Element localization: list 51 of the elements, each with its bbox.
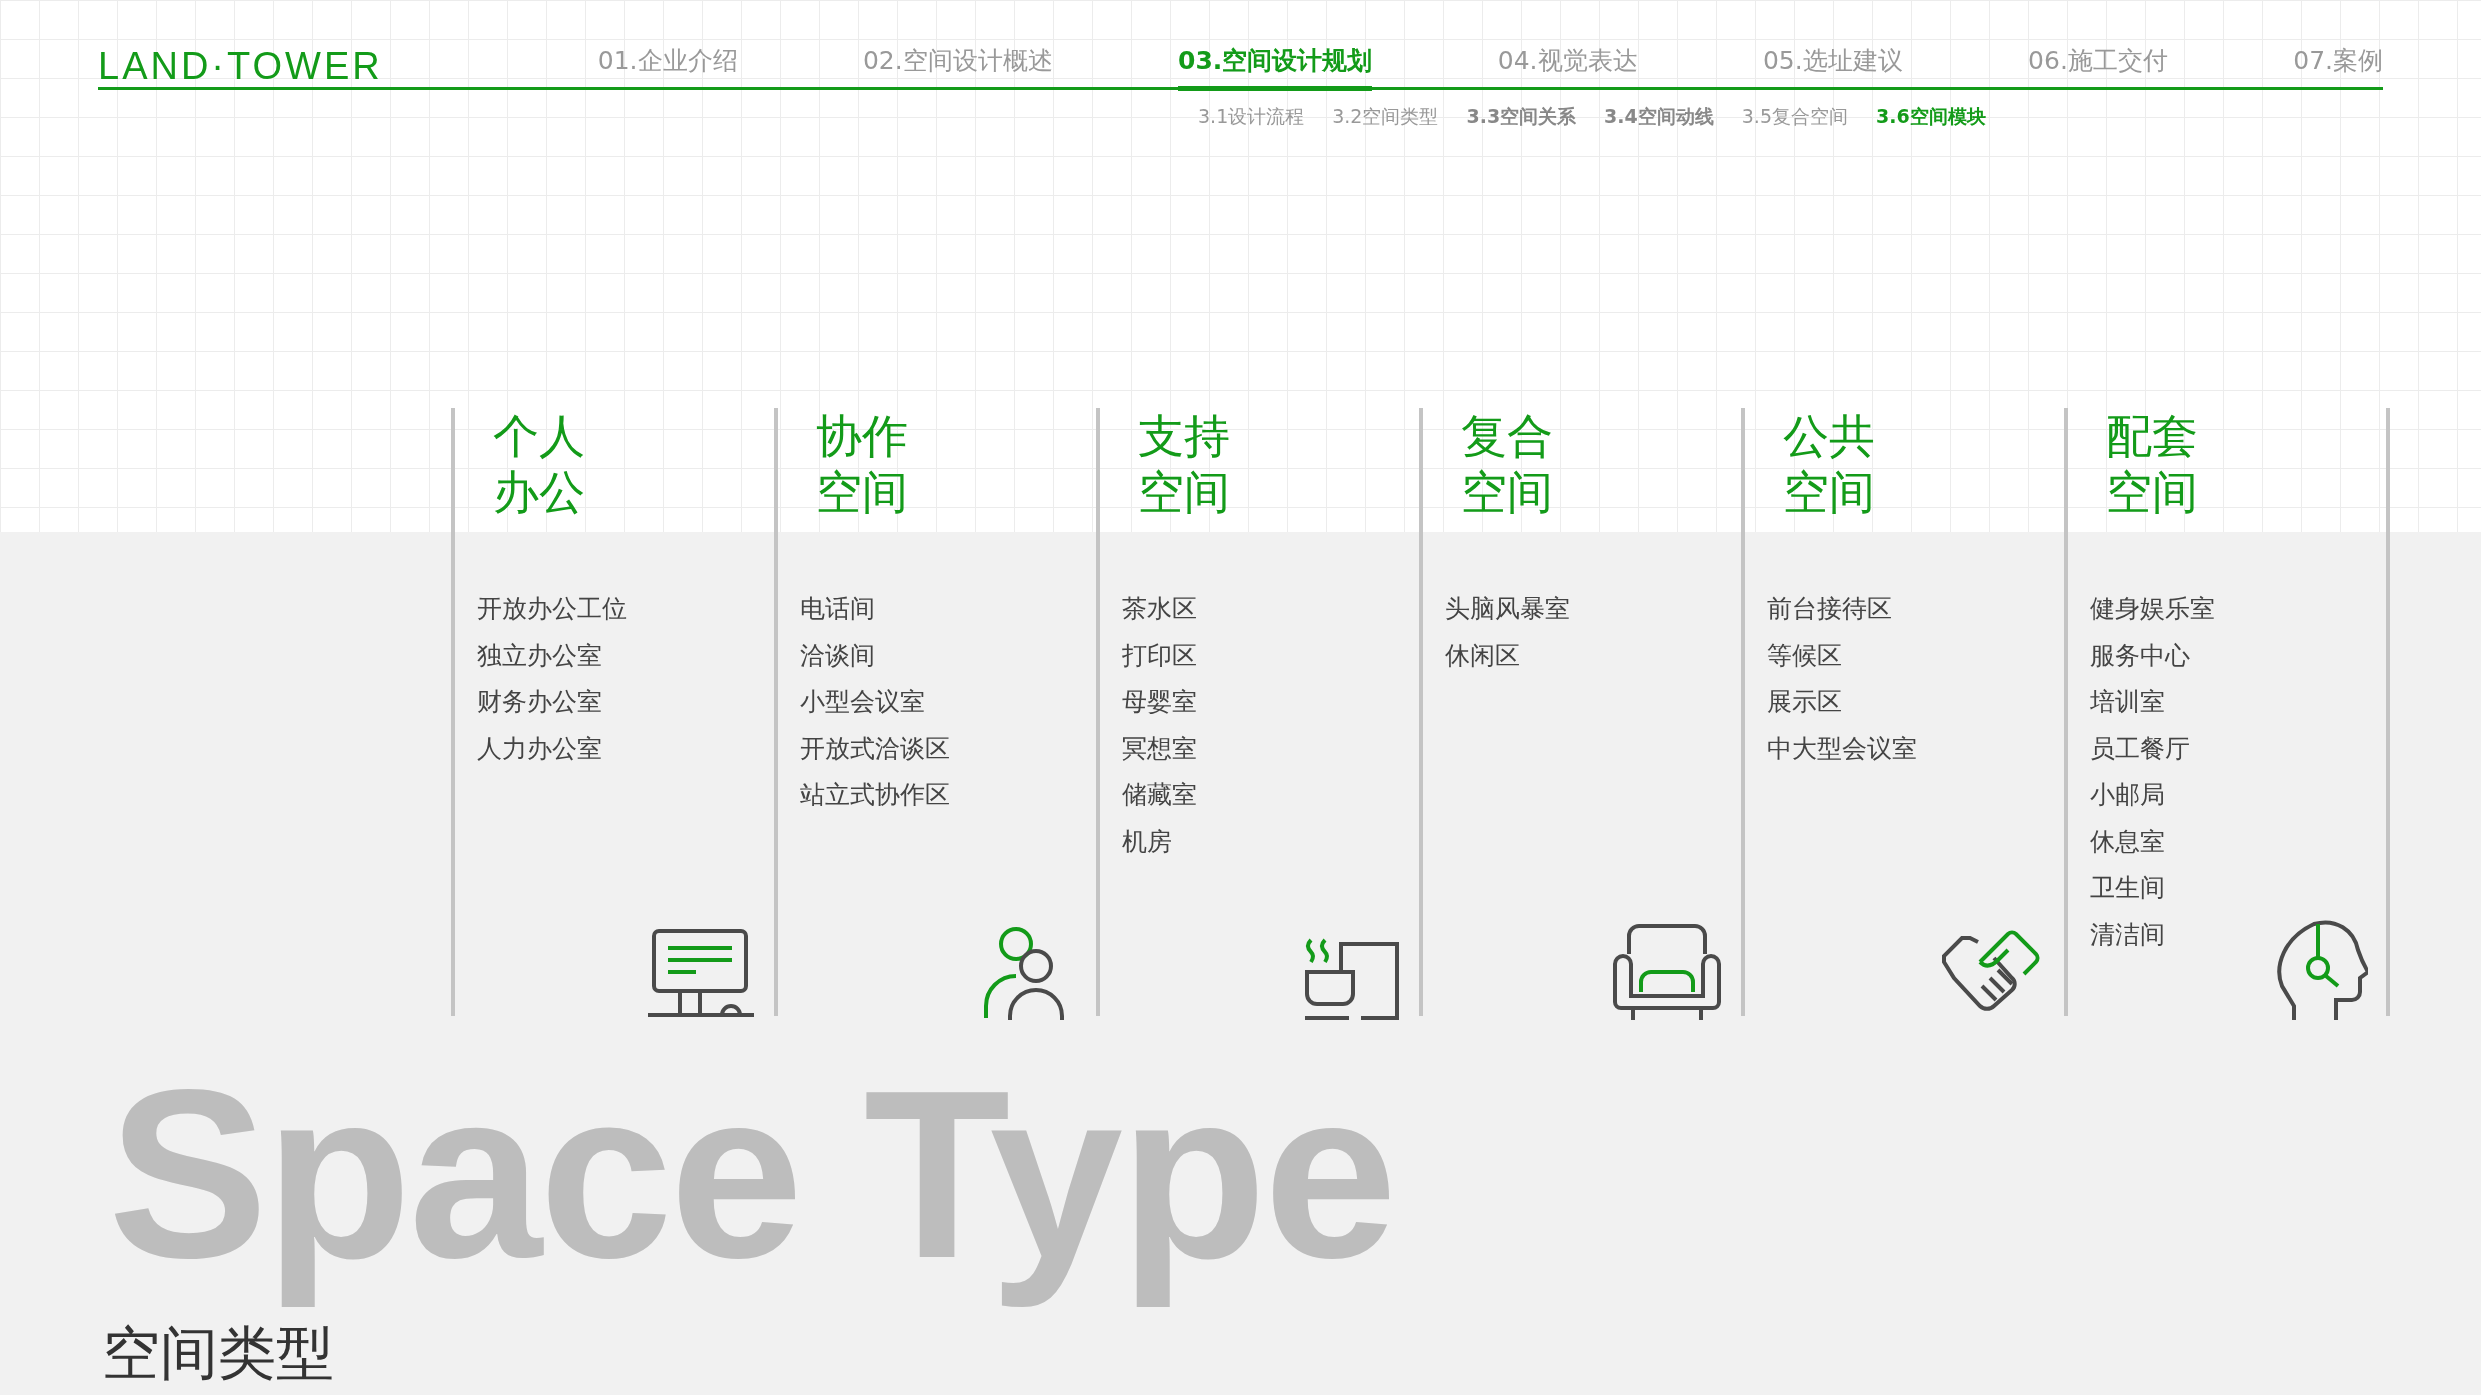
space-item: 小型会议室 — [799, 686, 926, 718]
column-title: 公共 空间 — [1782, 408, 1876, 520]
space-item: 电话间 — [799, 593, 876, 625]
nav-tab[interactable]: 01.企业介绍 — [597, 0, 738, 91]
space-item: 冥想室 — [1122, 732, 1198, 765]
space-item: 储藏室 — [1122, 779, 1198, 811]
space-item: 等候区 — [1767, 639, 1843, 672]
space-item: 服务中心 — [2089, 639, 2191, 672]
space-item: 前台接待区 — [1767, 593, 1893, 625]
space-item: 打印区 — [1122, 639, 1198, 672]
space-item: 休闲区 — [1444, 639, 1521, 672]
subnav-tab[interactable]: 3.3空间关系 — [1466, 102, 1577, 131]
space-item: 开放式洽谈区 — [799, 732, 951, 765]
space-item: 人力办公室 — [477, 732, 603, 765]
nav-tab[interactable]: 07.案例 — [2293, 0, 2383, 91]
logo-text: LAND·TOWER — [98, 44, 383, 89]
space-item: 机房 — [1122, 825, 1173, 858]
space-item: 小邮局 — [2089, 779, 2166, 811]
space-item: 洽谈间 — [799, 639, 876, 672]
space-item: 茶水区 — [1122, 593, 1198, 625]
subnav-tab[interactable]: 3.4空间动线 — [1604, 102, 1714, 131]
space-item: 员工餐厅 — [2089, 732, 2191, 765]
space-item: 独立办公室 — [477, 639, 603, 672]
space-item: 财务办公室 — [477, 686, 603, 718]
page-title: 空间类型 — [102, 1322, 334, 1386]
subnav-tab[interactable]: 3.5复合空间 — [1741, 102, 1848, 131]
space-item: 清洁间 — [2089, 918, 2166, 951]
space-item: 展示区 — [1767, 686, 1843, 718]
space-item: 健身娱乐室 — [2089, 593, 2216, 625]
column-title: 复合 空间 — [1459, 408, 1554, 520]
subnav-tab[interactable]: 3.6空间模块 — [1876, 102, 1986, 131]
space-item: 休息室 — [2089, 825, 2166, 858]
column-title: 个人 办公 — [492, 408, 586, 520]
nav-tab[interactable]: 05.选址建议 — [1762, 0, 1903, 91]
space-item: 头脑风暴室 — [1444, 593, 1571, 625]
nav-tab[interactable]: 03.空间设计规划 — [1178, 0, 1373, 91]
space-item: 站立式协作区 — [799, 779, 951, 811]
space-item: 卫生间 — [2089, 872, 2166, 904]
space-item: 母婴室 — [1122, 686, 1198, 718]
armchair-icon — [1611, 922, 1723, 1022]
nav-tab[interactable]: 02.空间设计概述 — [862, 0, 1053, 91]
space-item: 开放办公工位 — [477, 593, 628, 625]
column-title: 配套 空间 — [2104, 408, 2199, 520]
subnav-tab[interactable]: 3.2空间类型 — [1332, 102, 1439, 131]
column-title: 协作 空间 — [814, 408, 909, 520]
subnav-tab[interactable]: 3.1设计流程 — [1198, 102, 1305, 131]
space-item: 中大型会议室 — [1767, 732, 1918, 765]
nav-tab[interactable]: 06.施工交付 — [2028, 0, 2168, 91]
column-title: 支持 空间 — [1137, 408, 1231, 520]
nav-tab[interactable]: 04.视觉表达 — [1497, 0, 1638, 91]
space-item: 培训室 — [2089, 686, 2166, 718]
